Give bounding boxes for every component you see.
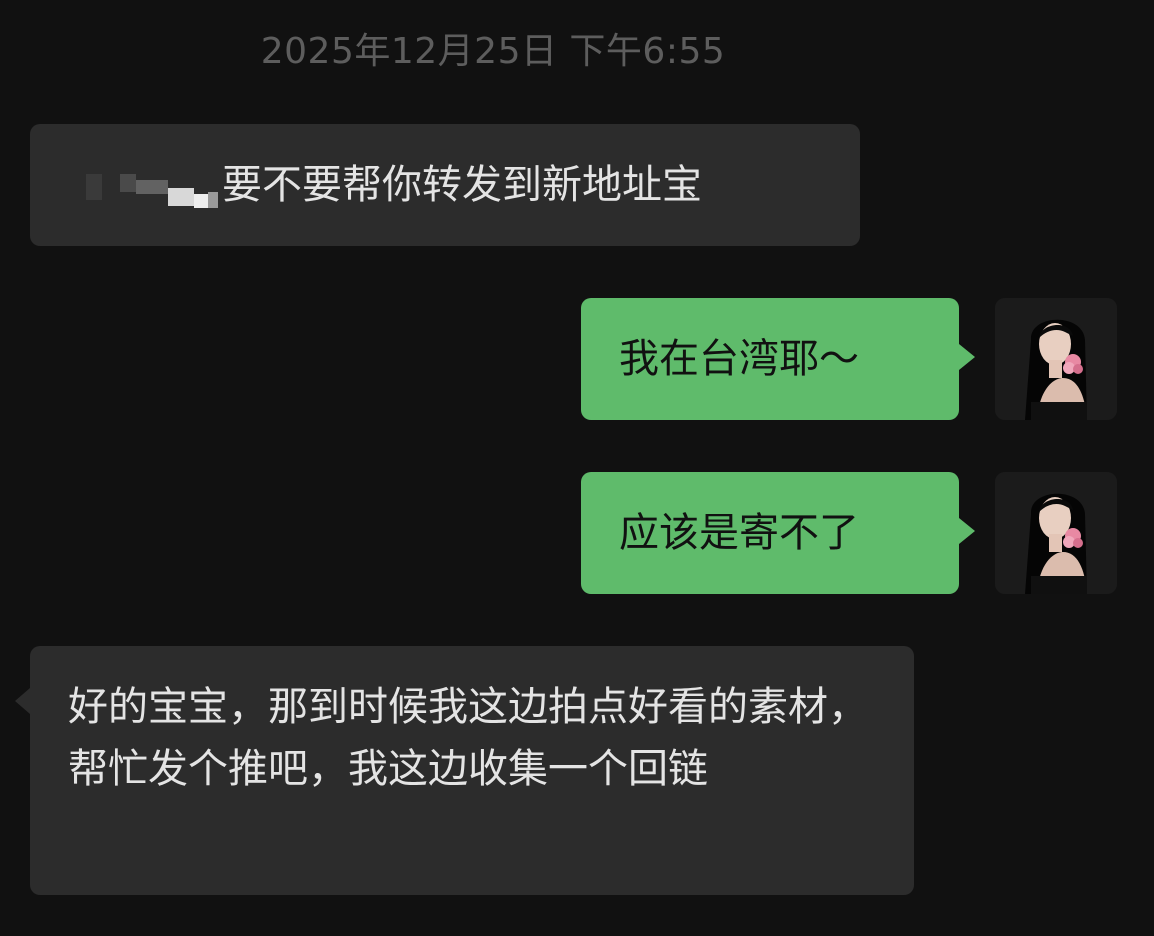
outgoing-message-bubble[interactable]: 我在台湾耶～	[581, 298, 975, 420]
incoming-message-bubble[interactable]: 好的宝宝，那到时候我这边拍点好看的素材，帮忙发个推吧，我这边收集一个回链	[15, 646, 914, 895]
message-timestamp: 2025年12月25日 下午6:55	[260, 31, 726, 72]
message-text: 要不要帮你转发到新地址宝	[222, 162, 702, 208]
redacted-name-mosaic	[86, 168, 236, 214]
incoming-message-bubble[interactable]: 要不要帮你转发到新地址宝	[30, 124, 860, 246]
user-avatar-photo-icon	[995, 472, 1117, 594]
message-text: 好的宝宝，那到时候我这边拍点好看的素材，帮忙发个推吧，我这边收集一个回链	[68, 684, 868, 792]
user-avatar-photo-icon	[995, 298, 1117, 420]
outgoing-message-bubble[interactable]: 应该是寄不了	[581, 472, 975, 594]
message-text: 应该是寄不了	[619, 510, 859, 556]
user-avatar[interactable]	[995, 298, 1117, 420]
message-text: 我在台湾耶～	[619, 336, 859, 382]
user-avatar[interactable]	[995, 472, 1117, 594]
